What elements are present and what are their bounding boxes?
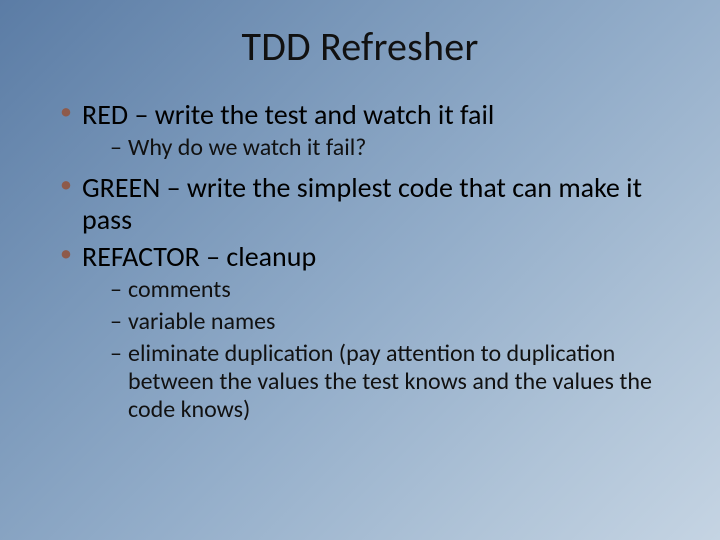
bullet-rest: – write the simplest code that can make …: [82, 170, 642, 236]
sub-list: Why do we watch it fail?: [82, 134, 678, 162]
bullet-red: RED – write the test and watch it fail W…: [60, 99, 678, 162]
bullet-rest: – cleanup: [200, 239, 316, 274]
bullet-refactor: REFACTOR – cleanup comments variable nam…: [60, 241, 678, 424]
bullet-keyword: REFACTOR: [82, 239, 200, 274]
sub-item: Why do we watch it fail?: [110, 134, 678, 162]
slide-title: TDD Refresher: [42, 22, 678, 71]
sub-item: variable names: [110, 308, 678, 336]
bullet-keyword: GREEN: [82, 170, 160, 205]
bullet-keyword: RED: [82, 97, 128, 132]
bullet-green: GREEN – write the simplest code that can…: [60, 172, 678, 235]
bullet-rest: – write the test and watch it fail: [128, 97, 494, 132]
slide: TDD Refresher RED – write the test and w…: [0, 0, 720, 540]
sub-item: comments: [110, 276, 678, 304]
sub-list: comments variable names eliminate duplic…: [82, 276, 678, 423]
bullet-list: RED – write the test and watch it fail W…: [42, 99, 678, 423]
sub-item: eliminate duplication (pay attention to …: [110, 340, 678, 423]
